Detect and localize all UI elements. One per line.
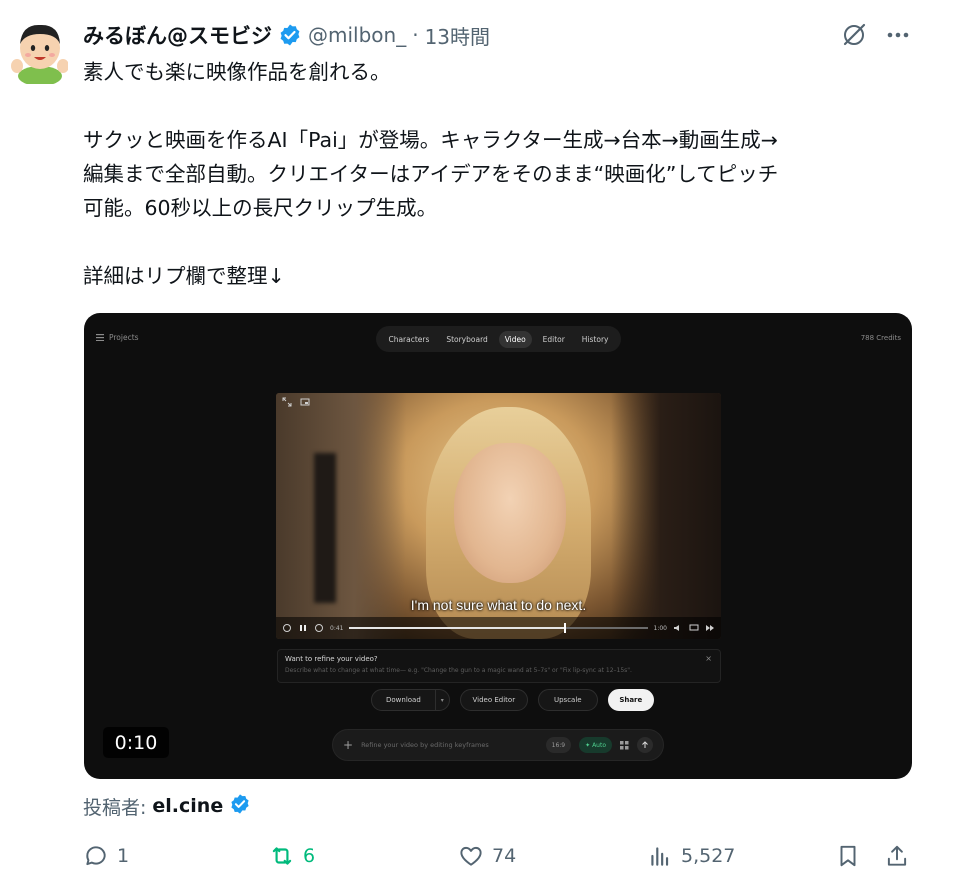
player-top-controls [282,397,310,407]
upscale-button: Upscale [537,689,598,711]
scene-pillar [314,453,336,603]
tab-storyboard: Storyboard [446,334,488,344]
views-chart-icon [651,847,669,866]
pause-icon [300,625,306,631]
app-tab-bar: Characters Storyboard Video Editor Histo… [376,326,621,352]
time-total: 1:00 [653,624,667,632]
retweet-icon [272,847,292,865]
attribution-author-link[interactable]: el.cine [152,795,223,817]
tab-characters: Characters [388,334,430,344]
auto-chip: ✦ Auto [579,737,612,753]
volume-icon [674,625,679,631]
attribution-label: 投稿者: [83,796,147,819]
like-button[interactable]: 74 [458,843,516,869]
grok-icon[interactable] [838,18,870,52]
projects-menu: Projects [96,333,139,342]
send-arrow-icon [637,737,653,753]
tweet-text-line: 編集まで全部自動。クリエイターはアイデアをそのまま“映画化”してピッチ [83,162,779,186]
projects-label: Projects [109,333,139,342]
sparkle-icon: ✦ [585,741,593,749]
more-options-icon[interactable] [882,18,914,52]
rewind-icon [283,624,291,632]
prompt-bar: + Refine your video by editing keyframes… [332,729,664,761]
tweet-text-line: 詳細はリプ欄で整理↓ [83,264,285,288]
author-name[interactable]: みるぼん@スモビジ [83,20,272,50]
menu-icon [96,334,104,341]
time-current: 0:41 [330,624,344,632]
scene-woman-face [454,443,566,583]
skip-icon [706,625,714,631]
attribution: 投稿者: el.cine [83,792,251,820]
tab-history: History [581,334,609,344]
share-button: Share [607,689,654,711]
download-label: Download [386,696,421,704]
retweet-button[interactable]: 6 [269,843,315,869]
bookmark-button[interactable] [835,843,861,869]
pip-icon [300,398,310,406]
avatar[interactable] [8,14,69,86]
post-time[interactable]: 13時間 [425,21,490,50]
tweet-text-line: 可能。60秒以上の長尺クリップ生成。 [83,196,438,220]
player-controls: 0:41 1:00 [276,617,721,639]
view-count: 5,527 [681,845,736,867]
app-action-buttons: Download ▾ Video Editor Upscale Share [371,689,654,711]
forward-icon [315,624,323,632]
bookmark-icon [840,845,856,867]
video-player-frame: I'm not sure what to do next. 0:41 1:00 [276,393,721,639]
video-media[interactable]: Projects 788 Credits Characters Storyboa… [84,313,912,779]
download-button: Download ▾ [371,689,450,711]
reply-count: 1 [117,845,130,867]
refine-panel: Want to refine your video? Describe what… [277,649,721,683]
author-handle[interactable]: @milbon_ [308,23,406,47]
scrub-progress [349,627,565,629]
scrub-bar [349,623,648,633]
verified-badge-icon[interactable] [278,23,302,47]
verified-badge-icon [229,793,251,820]
tab-video: Video [498,330,532,348]
refine-description: Describe what to change at what time— e.… [285,667,632,674]
prompt-placeholder: Refine your video by editing keyframes [361,741,489,749]
video-subtitle: I'm not sure what to do next. [410,597,587,613]
video-duration-badge: 0:10 [103,727,169,758]
heart-icon [460,846,482,866]
expand-icon [282,397,292,407]
tab-editor: Editor [542,334,565,344]
auto-label: Auto [592,741,606,749]
add-icon: + [343,738,354,752]
chevron-down-icon: ▾ [434,690,449,710]
tweet-header: みるぼん@スモビジ @milbon_ · 13時間 [83,18,490,52]
aspect-ratio-chip: 16:9 [545,737,572,753]
views-button[interactable]: 5,527 [647,843,735,869]
reply-button[interactable]: 1 [83,843,129,869]
share-icon [887,845,907,866]
reply-icon [86,846,106,866]
tweet-text-line: 素人でも楽に映像作品を創れる。 [83,60,391,84]
share-tweet-button[interactable] [884,843,910,869]
credits-label: 788 Credits [860,334,901,342]
video-editor-button: Video Editor [459,689,528,711]
tweet-text: 素人でも楽に映像作品を創れる。 サクッと映画を作るAI「Pai」が登場。キャラク… [83,55,913,293]
tweet-text-line: サクッと映画を作るAI「Pai」が登場。キャラクター生成→台本→動画生成→ [83,128,778,152]
tweet-action-bar: 1 6 74 5,527 [83,840,913,871]
scrub-knob [564,623,567,633]
refine-title: Want to refine your video? [285,655,378,663]
close-icon: × [705,654,712,663]
separator-dot: · [412,23,419,47]
like-count: 74 [492,845,517,867]
screen-icon [689,624,699,631]
grid-icon [620,740,629,749]
retweet-count: 6 [303,845,316,867]
